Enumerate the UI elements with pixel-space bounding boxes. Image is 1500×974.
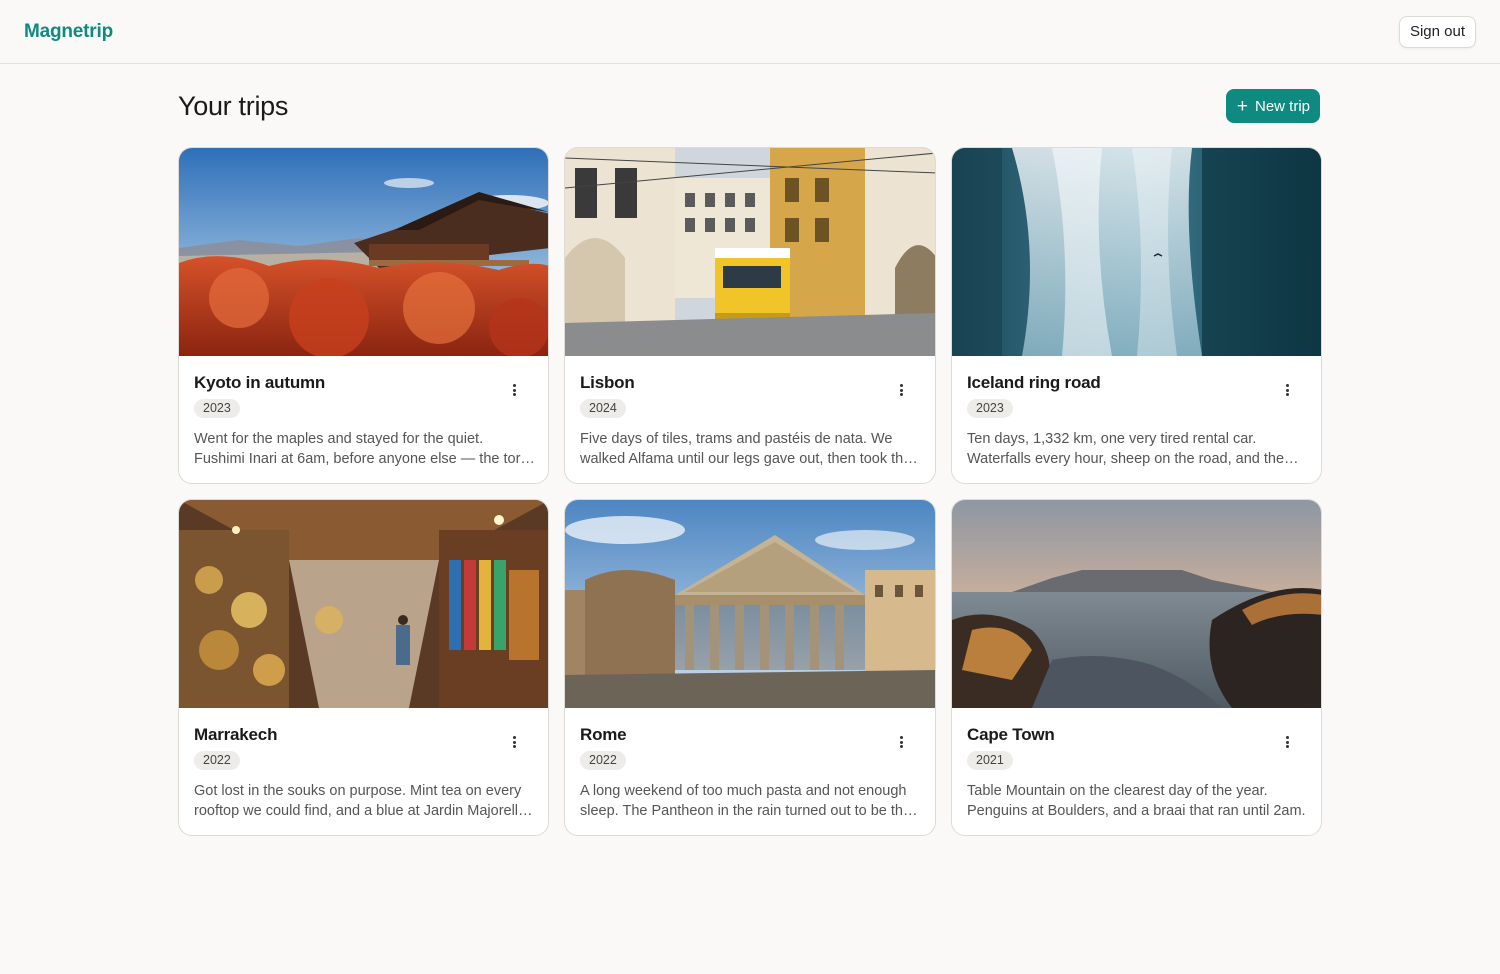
trip-title: Lisbon — [580, 373, 635, 392]
trip-card[interactable]: Cape Town 2021 Table Mountain on the cle… — [951, 499, 1322, 836]
trip-description: Table Mountain on the clearest day of th… — [967, 783, 1306, 819]
trip-title: Kyoto in autumn — [194, 373, 326, 392]
trip-description: Went for the maples and stayed for the q… — [194, 431, 527, 467]
trip-card[interactable]: Kyoto in autumn 2023 Went for the maples… — [178, 147, 549, 484]
trips-grid: Kyoto in autumn 2023 Went for the maples… — [178, 147, 1322, 836]
trip-title: Rome — [580, 725, 627, 744]
trip-description: Five days of tiles, trams and pastéis de… — [580, 431, 912, 467]
trip-card[interactable]: Iceland ring road 2023 Ten days, 1,332 k… — [951, 147, 1322, 484]
sign-out-button[interactable]: Sign out — [1398, 15, 1476, 48]
trip-cover-image — [565, 148, 935, 356]
trip-year-badge: 2022 — [194, 751, 240, 770]
trip-title: Marrakech — [194, 725, 278, 744]
trip-cover-image — [952, 148, 1321, 356]
top-navbar: Magnetrip Sign out — [0, 0, 1500, 64]
trip-title: Iceland ring road — [967, 373, 1101, 392]
more-options-icon[interactable] — [506, 734, 522, 750]
trip-cover-image — [179, 148, 548, 356]
trip-cover-image — [179, 500, 548, 708]
trip-card[interactable]: Marrakech 2022 Got lost in the souks on … — [178, 499, 549, 836]
trip-year-badge: 2023 — [194, 399, 240, 418]
more-options-icon[interactable] — [893, 734, 909, 750]
page-title: Your trips — [178, 90, 289, 121]
trip-year-badge: 2024 — [580, 399, 626, 418]
trip-description: Got lost in the souks on purpose. Mint t… — [194, 783, 527, 819]
more-options-icon[interactable] — [893, 382, 909, 398]
trip-year-badge: 2022 — [580, 751, 626, 770]
trip-cover-image — [565, 500, 935, 708]
new-trip-button[interactable]: + New trip — [1225, 89, 1320, 123]
trip-card[interactable]: Rome 2022 A long weekend of too much pas… — [564, 499, 936, 836]
page-header: Your trips + New trip — [178, 89, 1322, 123]
more-options-icon[interactable] — [1279, 382, 1295, 398]
trips-page: Your trips + New trip Kyoto in autumn 20… — [178, 64, 1322, 836]
brand-logo[interactable]: Magnetrip — [24, 21, 113, 43]
trip-title: Cape Town — [967, 725, 1055, 744]
trip-year-badge: 2021 — [967, 751, 1013, 770]
more-options-icon[interactable] — [506, 382, 522, 398]
trip-year-badge: 2023 — [967, 399, 1013, 418]
more-options-icon[interactable] — [1279, 734, 1295, 750]
trip-card[interactable]: Lisbon 2024 Five days of tiles, trams an… — [564, 147, 936, 484]
new-trip-label: New trip — [1254, 97, 1310, 115]
trip-description: A long weekend of too much pasta and not… — [580, 783, 912, 819]
trip-cover-image — [952, 500, 1321, 708]
trip-description: Ten days, 1,332 km, one very tired renta… — [967, 431, 1285, 467]
plus-icon: + — [1236, 95, 1248, 117]
